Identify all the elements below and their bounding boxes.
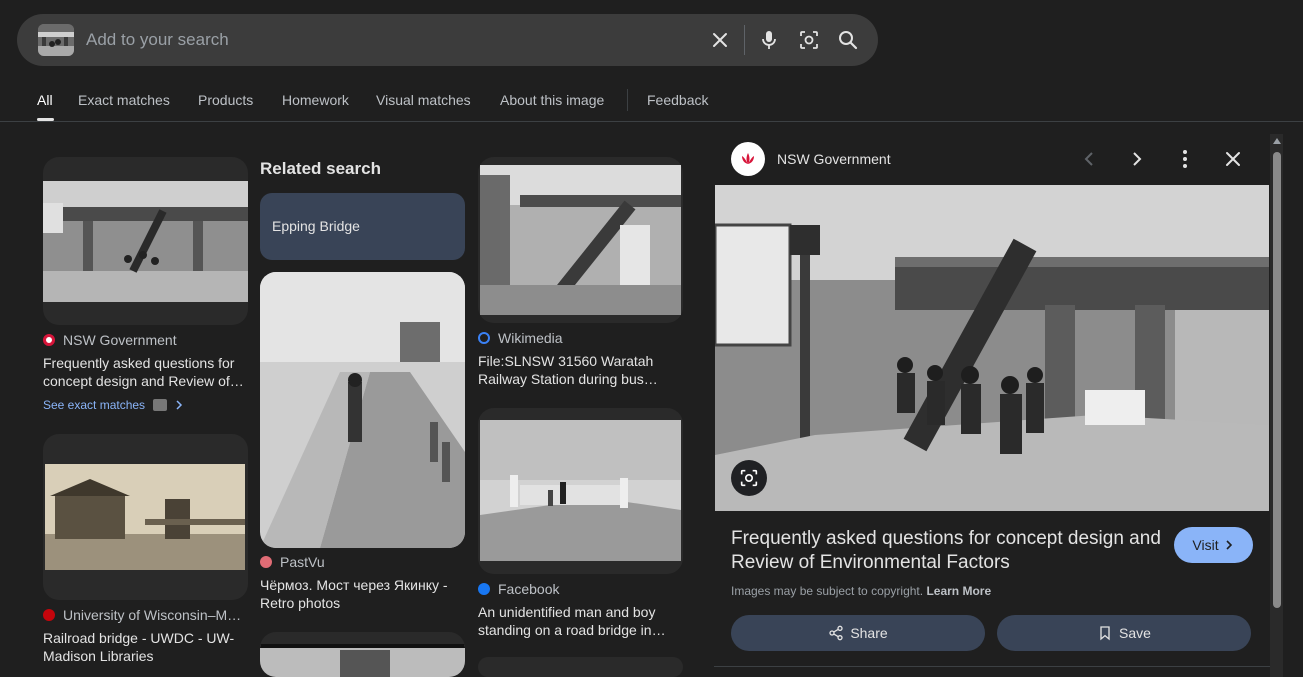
search-divider bbox=[744, 25, 745, 55]
nsw-logo-icon bbox=[43, 334, 55, 346]
result-source-pastvu[interactable]: PastVu bbox=[260, 554, 465, 570]
copyright-notice: Images may be subject to copyright. Lear… bbox=[731, 584, 991, 598]
tab-separator bbox=[627, 89, 628, 111]
source-label: University of Wisconsin–M… bbox=[63, 607, 242, 623]
share-label: Share bbox=[850, 625, 888, 641]
result-image-nsw[interactable] bbox=[43, 157, 248, 325]
save-label: Save bbox=[1119, 625, 1151, 641]
clear-icon[interactable] bbox=[708, 28, 732, 52]
scrollbar-thumb[interactable] bbox=[1273, 152, 1281, 608]
source-label: Facebook bbox=[498, 581, 560, 597]
result-image-wisconsin[interactable] bbox=[43, 434, 248, 600]
image-detail-panel: NSW Government Frequently asked question… bbox=[714, 134, 1270, 677]
facebook-logo-icon bbox=[478, 583, 490, 595]
result-image-next-col3[interactable] bbox=[478, 657, 683, 677]
result-title-pastvu[interactable]: Чёрмоз. Мост через Якинку - Retro photos bbox=[260, 576, 465, 612]
panel-divider bbox=[714, 666, 1270, 667]
tab-visual-matches[interactable]: Visual matches bbox=[376, 92, 471, 108]
share-icon bbox=[829, 625, 843, 641]
tab-homework[interactable]: Homework bbox=[282, 92, 349, 108]
result-title-nsw[interactable]: Frequently asked questions for concept d… bbox=[43, 354, 248, 390]
result-image-next[interactable] bbox=[260, 632, 465, 677]
search-bar bbox=[17, 14, 878, 66]
lens-search-button[interactable] bbox=[731, 460, 767, 496]
lens-camera-icon[interactable] bbox=[797, 28, 821, 52]
close-icon[interactable] bbox=[1221, 147, 1245, 171]
tab-exact-matches[interactable]: Exact matches bbox=[78, 92, 170, 108]
panel-image-title[interactable]: Frequently asked questions for concept d… bbox=[731, 527, 1161, 575]
exact-match-thumbnail bbox=[153, 399, 168, 411]
result-source-nsw[interactable]: NSW Government bbox=[43, 332, 248, 348]
panel-main-image[interactable] bbox=[715, 185, 1269, 511]
search-icon[interactable] bbox=[836, 28, 860, 52]
tab-about-this-image[interactable]: About this image bbox=[500, 92, 604, 108]
previous-icon[interactable] bbox=[1077, 147, 1101, 171]
next-icon[interactable] bbox=[1125, 147, 1149, 171]
learn-more-link[interactable]: Learn More bbox=[926, 584, 991, 598]
lens-icon bbox=[740, 469, 758, 487]
copyright-text: Images may be subject to copyright. bbox=[731, 584, 924, 598]
pastvu-logo-icon bbox=[260, 556, 272, 568]
result-source-wikimedia[interactable]: Wikimedia bbox=[478, 330, 683, 346]
scroll-up-arrow-icon[interactable] bbox=[1273, 138, 1281, 144]
see-exact-matches-link[interactable]: See exact matches bbox=[43, 398, 185, 412]
tab-products[interactable]: Products bbox=[198, 92, 253, 108]
result-image-pastvu[interactable] bbox=[260, 272, 465, 548]
wikimedia-logo-icon bbox=[478, 332, 490, 344]
tabs-divider bbox=[0, 121, 1303, 122]
result-title-facebook[interactable]: An unidentified man and boy standing on … bbox=[478, 603, 683, 639]
search-input[interactable] bbox=[86, 28, 686, 52]
bookmark-icon bbox=[1100, 626, 1110, 641]
result-title-wisconsin[interactable]: Railroad bridge - UWDC - UW-Madison Libr… bbox=[43, 629, 248, 665]
save-button[interactable]: Save bbox=[997, 615, 1251, 651]
panel-source-name[interactable]: NSW Government bbox=[777, 151, 891, 167]
share-button[interactable]: Share bbox=[731, 615, 985, 651]
visit-label: Visit bbox=[1192, 537, 1219, 553]
result-title-wikimedia[interactable]: File:SLNSW 31560 Waratah Railway Station… bbox=[478, 352, 683, 388]
source-label: NSW Government bbox=[63, 332, 177, 348]
chevron-right-icon bbox=[1226, 540, 1232, 550]
uw-logo-icon bbox=[43, 609, 55, 621]
result-image-wikimedia[interactable] bbox=[478, 157, 683, 323]
source-label: Wikimedia bbox=[498, 330, 563, 346]
result-source-wisconsin[interactable]: University of Wisconsin–M… bbox=[43, 607, 248, 623]
visit-button[interactable]: Visit bbox=[1174, 527, 1253, 563]
result-image-facebook[interactable] bbox=[478, 408, 683, 574]
search-image-thumbnail[interactable] bbox=[38, 24, 74, 56]
microphone-icon[interactable] bbox=[757, 28, 781, 52]
source-label: PastVu bbox=[280, 554, 325, 570]
related-search-chip[interactable]: Epping Bridge bbox=[260, 193, 465, 260]
result-source-facebook[interactable]: Facebook bbox=[478, 581, 683, 597]
nsw-government-logo bbox=[731, 142, 765, 176]
tab-all[interactable]: All bbox=[37, 92, 53, 108]
tab-feedback[interactable]: Feedback bbox=[647, 92, 708, 108]
more-options-icon[interactable] bbox=[1173, 147, 1197, 171]
see-exact-label: See exact matches bbox=[43, 398, 146, 412]
related-search-heading: Related search bbox=[260, 159, 381, 178]
chevron-right-icon bbox=[176, 400, 183, 410]
